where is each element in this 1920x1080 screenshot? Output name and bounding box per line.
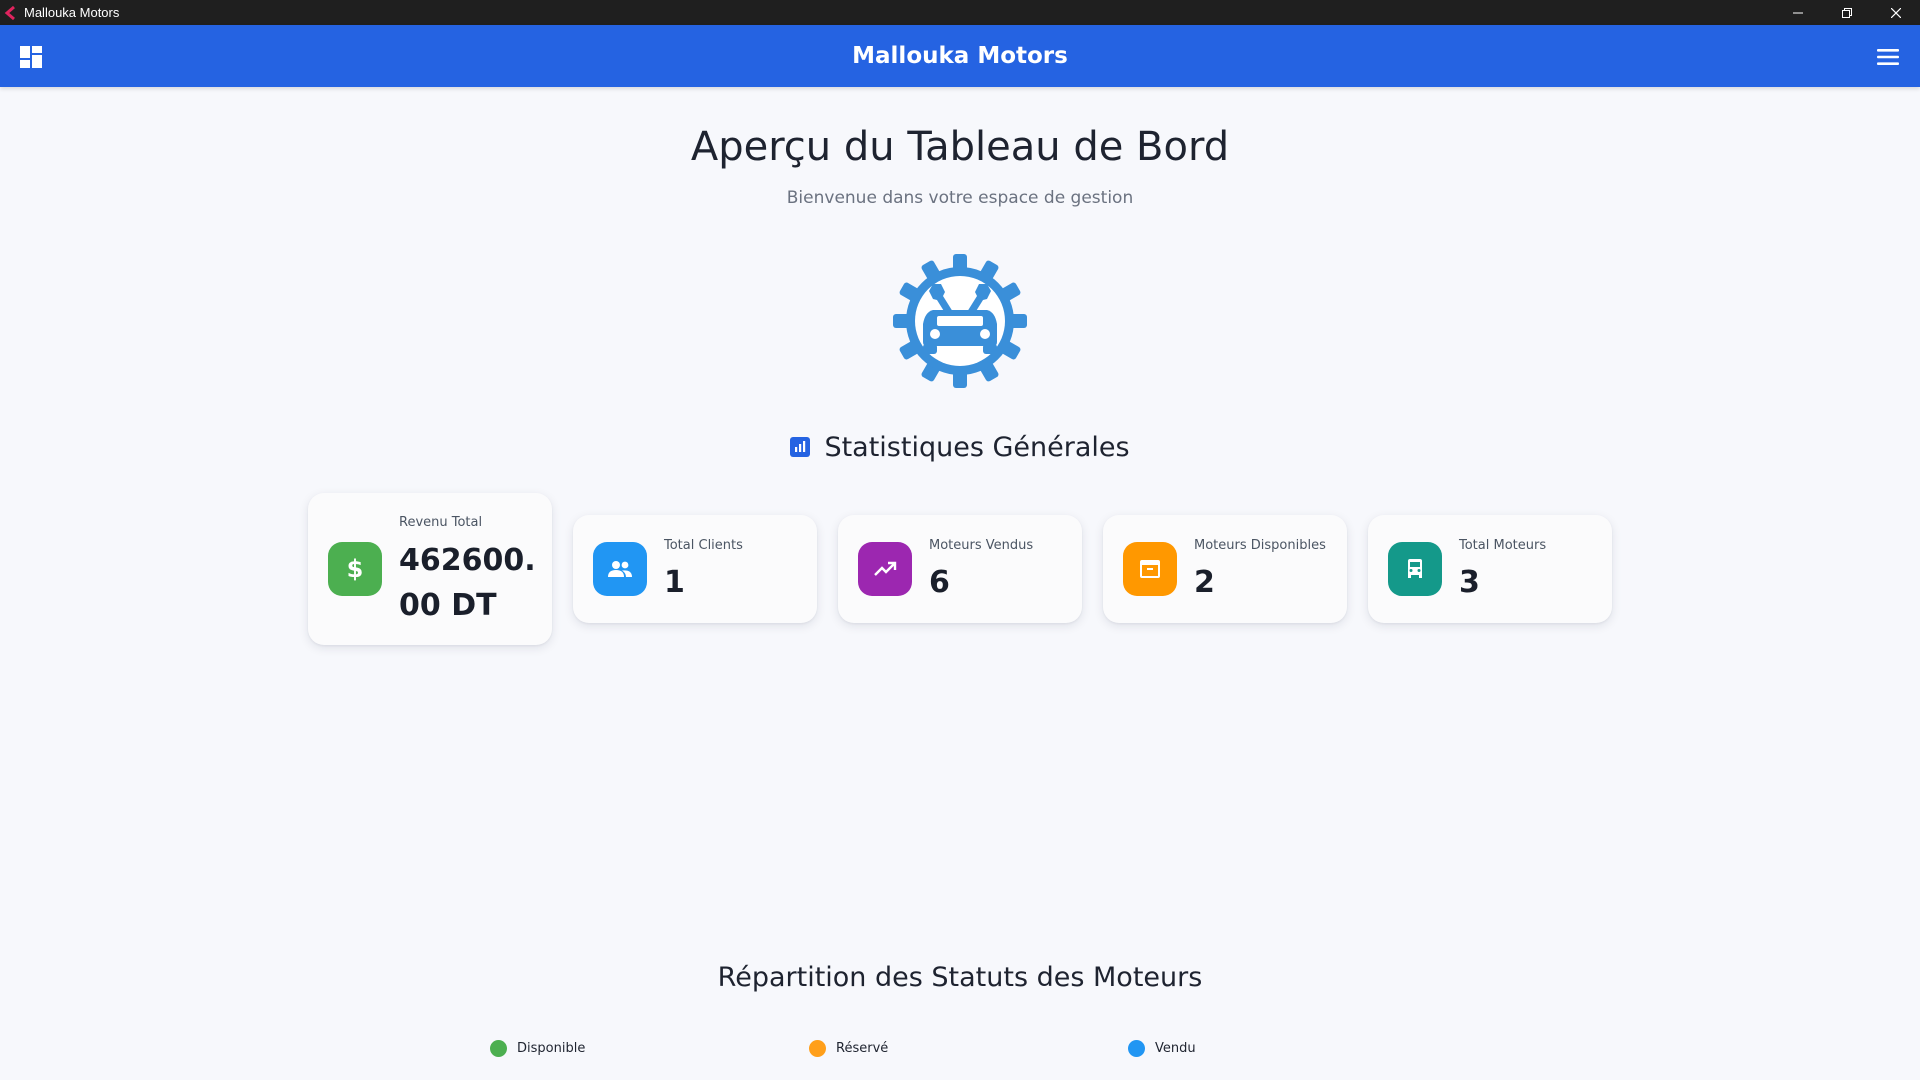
legend-label: Réservé xyxy=(836,1041,889,1056)
legend-item-disponible[interactable]: Disponible xyxy=(490,1040,585,1057)
dollar-icon: $ xyxy=(347,556,364,582)
users-icon xyxy=(608,561,632,577)
restore-button[interactable] xyxy=(1822,0,1871,25)
legend-item-reserve[interactable]: Réservé xyxy=(809,1040,888,1057)
archive-tile xyxy=(1123,542,1177,596)
menu-button[interactable] xyxy=(1874,44,1902,70)
stat-value: 462600. xyxy=(399,543,536,578)
stat-label: Moteurs Disponibles xyxy=(1194,538,1326,553)
trending-up-icon xyxy=(874,561,897,576)
archive-icon xyxy=(1140,560,1160,578)
car-icon xyxy=(1408,559,1422,578)
app-icon xyxy=(4,5,18,20)
stat-card-total: Total Moteurs 3 xyxy=(1368,515,1612,623)
stat-value: 3 xyxy=(1459,565,1480,600)
minimize-button[interactable] xyxy=(1773,0,1822,25)
app-header: Mallouka Motors xyxy=(0,25,1920,87)
window-title: Mallouka Motors xyxy=(24,5,120,20)
users-tile xyxy=(593,542,647,596)
legend-dot xyxy=(1128,1040,1145,1057)
dashboard-button[interactable] xyxy=(18,44,44,70)
legend-dot xyxy=(490,1040,507,1057)
page-title: Aperçu du Tableau de Bord xyxy=(690,124,1230,170)
window-titlebar: Mallouka Motors xyxy=(0,0,1920,25)
bar-chart-icon xyxy=(790,436,811,457)
stat-value: 1 xyxy=(664,565,685,600)
stat-card-clients: Total Clients 1 xyxy=(573,515,817,623)
stat-card-revenue: $ Revenu Total 462600. 00 DT xyxy=(308,493,552,645)
brand-title: Mallouka Motors xyxy=(852,43,1068,69)
stat-value: 2 xyxy=(1194,565,1215,600)
legend-item-vendu[interactable]: Vendu xyxy=(1128,1040,1196,1057)
chart-title: Répartition des Statuts des Moteurs xyxy=(717,962,1203,993)
car-tile xyxy=(1388,542,1442,596)
legend-label: Disponible xyxy=(517,1041,586,1056)
page-subtitle: Bienvenue dans votre espace de gestion xyxy=(786,188,1134,208)
close-window-button[interactable] xyxy=(1871,0,1920,25)
gear-car-logo xyxy=(893,254,1027,388)
stat-label: Moteurs Vendus xyxy=(929,538,1034,553)
stat-value-cont: 00 DT xyxy=(399,588,497,623)
legend-dot xyxy=(809,1040,826,1057)
legend-label: Vendu xyxy=(1155,1041,1196,1056)
dollar-tile: $ xyxy=(328,542,382,596)
dashboard-icon xyxy=(20,46,42,68)
trending-tile xyxy=(858,542,912,596)
stats-section-label: Statistiques Générales xyxy=(824,432,1130,463)
hamburger-menu-icon xyxy=(1877,49,1899,65)
stat-value: 6 xyxy=(929,565,950,600)
stat-card-available: Moteurs Disponibles 2 xyxy=(1103,515,1347,623)
stat-card-sold: Moteurs Vendus 6 xyxy=(838,515,1082,623)
stat-label: Total Moteurs xyxy=(1459,538,1547,553)
stats-section-title: Statistiques Générales xyxy=(0,432,1920,463)
stat-label: Total Clients xyxy=(664,538,743,553)
svg-text:$: $ xyxy=(347,556,364,582)
stat-label: Revenu Total xyxy=(399,515,483,530)
